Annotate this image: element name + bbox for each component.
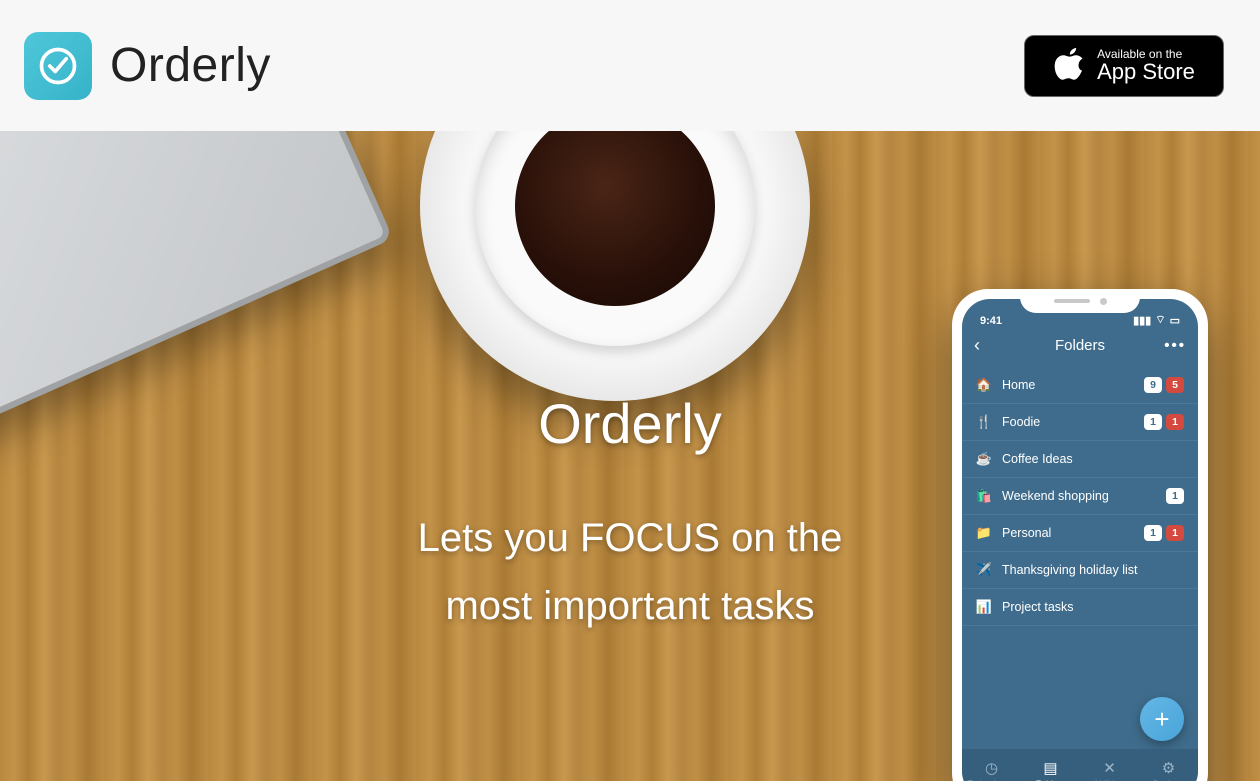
badge-count: 9 <box>1144 377 1162 393</box>
folder-icon: 📊 <box>976 599 992 615</box>
folder-row[interactable]: 🛍️ Weekend shopping 1 <box>962 478 1198 515</box>
folder-row[interactable]: ✈️ Thanksgiving holiday list <box>962 552 1198 589</box>
tab-folders[interactable]: ▤ Folders <box>1021 749 1080 781</box>
folder-icon: ☕ <box>976 451 992 467</box>
folder-name: Coffee Ideas <box>1002 452 1073 466</box>
hero-tagline-line2: most important tasks <box>445 584 814 628</box>
phone-navbar: ‹ Folders ••• <box>962 329 1198 361</box>
back-icon[interactable]: ‹ <box>974 335 980 356</box>
folder-name: Home <box>1002 378 1035 392</box>
folder-badges: 95 <box>1144 377 1184 393</box>
badge-count: 1 <box>1144 525 1162 541</box>
hero-section: Orderly Lets you FOCUS on the most impor… <box>0 131 1260 781</box>
folder-name: Personal <box>1002 526 1051 540</box>
folder-row[interactable]: 📁 Personal 11 <box>962 515 1198 552</box>
phone-mockup: 9:41 ▮▮▮ ⌔ ▭ ‹ Folders ••• 🏠 Home 95 🍴 F… <box>952 289 1208 781</box>
tab-utilities[interactable]: ✕ Utilities <box>1080 749 1139 781</box>
folder-name: Project tasks <box>1002 600 1074 614</box>
coffee-liquid <box>515 131 715 306</box>
app-store-line2: App Store <box>1097 60 1195 83</box>
wifi-icon: ⌔ <box>1155 313 1165 327</box>
folder-name: Foodie <box>1002 415 1040 429</box>
folder-icon: 🏠 <box>976 377 992 393</box>
folder-row[interactable]: ☕ Coffee Ideas <box>962 441 1198 478</box>
site-header: Orderly Available on the App Store <box>0 0 1260 131</box>
coffee-cup <box>475 131 755 346</box>
phone-notch <box>1020 289 1140 313</box>
status-indicators: ▮▮▮ ⌔ ▭ <box>1133 313 1180 327</box>
badge-alert: 5 <box>1166 377 1184 393</box>
folder-icon: 🛍️ <box>976 488 992 504</box>
folder-badges: 1 <box>1166 488 1184 504</box>
tab-icon: ✕ <box>1103 759 1116 777</box>
tab-icon: ▤ <box>1043 759 1057 777</box>
tab-today-items[interactable]: ◷ Today Items <box>962 749 1021 781</box>
folder-icon: 📁 <box>976 525 992 541</box>
more-icon[interactable]: ••• <box>1164 337 1186 354</box>
app-store-button[interactable]: Available on the App Store <box>1024 35 1224 97</box>
nav-title: Folders <box>1055 337 1105 354</box>
folder-row[interactable]: 🍴 Foodie 11 <box>962 404 1198 441</box>
apple-icon <box>1053 46 1087 85</box>
folder-row[interactable]: 🏠 Home 95 <box>962 367 1198 404</box>
folder-name: Thanksgiving holiday list <box>1002 563 1138 577</box>
tab-icon: ⚙ <box>1162 759 1175 777</box>
app-store-text: Available on the App Store <box>1097 48 1195 84</box>
coffee-saucer <box>420 131 810 401</box>
badge-alert: 1 <box>1166 525 1184 541</box>
folder-row[interactable]: 📊 Project tasks <box>962 589 1198 626</box>
tab-icon: ◷ <box>985 759 998 777</box>
phone-screen: 9:41 ▮▮▮ ⌔ ▭ ‹ Folders ••• 🏠 Home 95 🍴 F… <box>962 299 1198 781</box>
folder-badges: 11 <box>1144 414 1184 430</box>
tab-settings[interactable]: ⚙ Settings <box>1139 749 1198 781</box>
folder-name: Weekend shopping <box>1002 489 1109 503</box>
add-button[interactable]: + <box>1140 697 1184 741</box>
brand-logo-icon <box>24 32 92 100</box>
folder-icon: ✈️ <box>976 562 992 578</box>
phone-tabbar: ◷ Today Items▤ Folders✕ Utilities⚙ Setti… <box>962 749 1198 781</box>
signal-icon: ▮▮▮ <box>1133 314 1151 327</box>
folder-list: 🏠 Home 95 🍴 Foodie 11 ☕ Coffee Ideas 🛍️ … <box>962 361 1198 632</box>
brand: Orderly <box>24 32 271 100</box>
hero-tagline-line1: Lets you FOCUS on the <box>418 516 843 560</box>
status-time: 9:41 <box>980 315 1002 327</box>
battery-icon: ▭ <box>1170 314 1180 327</box>
brand-name: Orderly <box>110 38 271 93</box>
badge-alert: 1 <box>1166 414 1184 430</box>
badge-count: 1 <box>1166 488 1184 504</box>
folder-badges: 11 <box>1144 525 1184 541</box>
badge-count: 1 <box>1144 414 1162 430</box>
folder-icon: 🍴 <box>976 414 992 430</box>
